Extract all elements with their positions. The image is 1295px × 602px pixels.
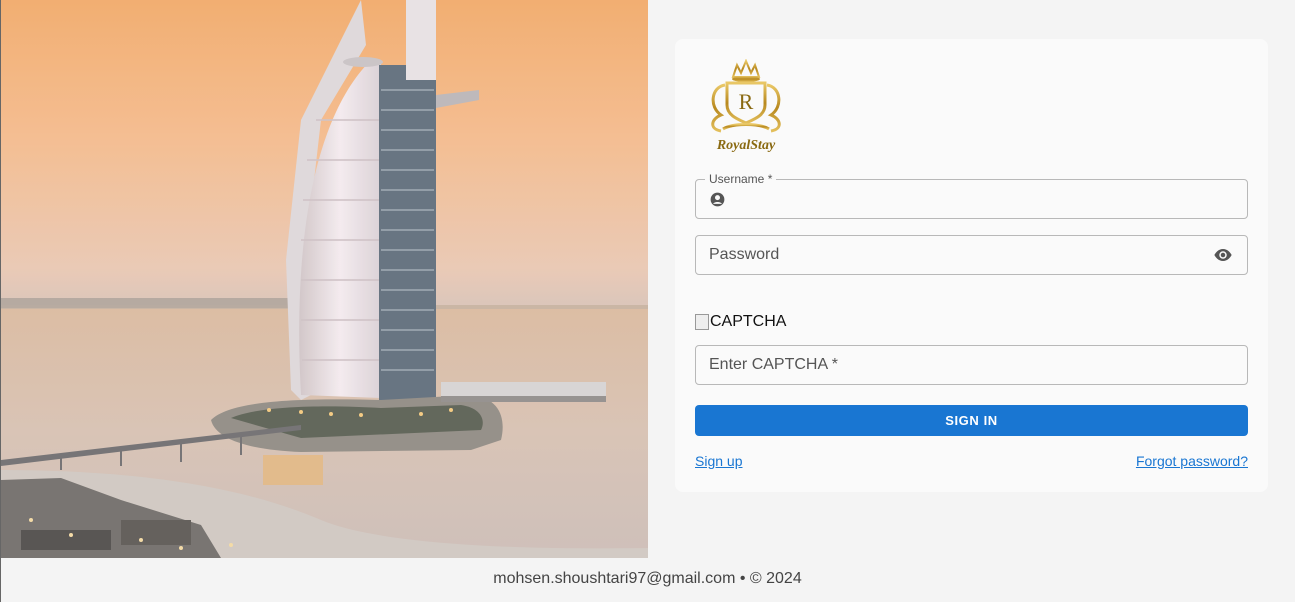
captcha-alt-text: CAPTCHA <box>710 313 787 330</box>
login-card: R RoyalStay Username * Password CAPTCHA … <box>675 39 1268 492</box>
password-placeholder: Password <box>709 246 780 263</box>
username-field[interactable]: Username * <box>695 172 1248 219</box>
visibility-eye-icon[interactable] <box>1214 248 1232 262</box>
logo-letter: R <box>738 89 754 114</box>
account-circle-icon <box>710 192 725 207</box>
royalstay-logo: R RoyalStay <box>703 58 789 157</box>
logo-wordmark: RoyalStay <box>716 138 776 153</box>
captcha-placeholder: Enter CAPTCHA * <box>709 356 838 373</box>
captcha-field[interactable]: Enter CAPTCHA * <box>695 345 1248 385</box>
sign-up-link[interactable]: Sign up <box>695 453 742 469</box>
username-label: Username * <box>705 172 777 186</box>
captcha-image: CAPTCHA <box>695 311 786 333</box>
footer-text: mohsen.shoushtari97@gmail.com • © 2024 <box>493 570 802 587</box>
broken-image-icon <box>695 314 709 330</box>
hero-image <box>1 0 648 558</box>
forgot-password-link[interactable]: Forgot password? <box>1136 453 1248 469</box>
password-field[interactable]: Password <box>695 235 1248 275</box>
sign-in-button[interactable]: SIGN IN <box>695 405 1248 436</box>
